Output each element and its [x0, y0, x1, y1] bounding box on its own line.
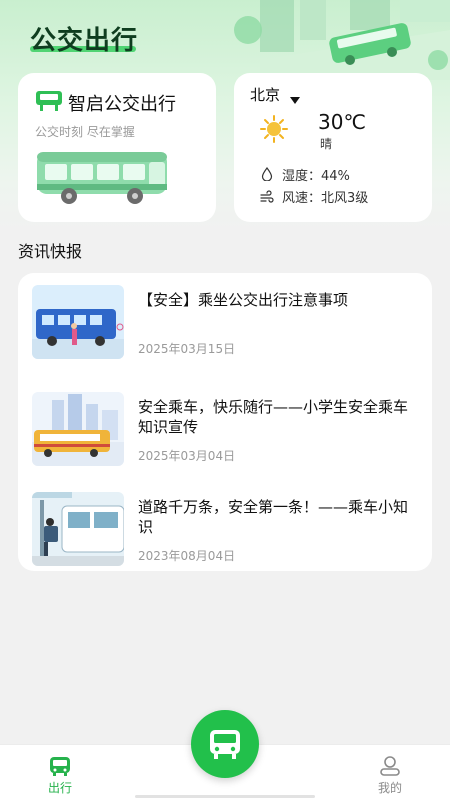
news-title: 安全乘车，快乐随行——小学生安全乘车知识宣传	[138, 398, 409, 436]
droplet-icon	[261, 166, 273, 185]
tab-home-label: 出行	[47, 781, 72, 795]
news-thumbnail	[32, 285, 124, 359]
news-list: 【安全】乘坐公交出行注意事项 2025年03月15日 安全乘车，快乐随行——小学…	[18, 273, 432, 571]
news-title: 【安全】乘坐公交出行注意事项	[138, 291, 349, 309]
bus-illustration	[35, 148, 175, 214]
humidity-text: 湿度：44%	[282, 169, 350, 184]
news-title: 道路千万条，安全第一条！——乘车小知识	[138, 498, 409, 536]
news-date: 2025年03月04日	[138, 449, 236, 463]
user-icon	[378, 755, 402, 781]
tab-mine[interactable]: 我的	[350, 745, 430, 800]
caret-down-icon[interactable]	[290, 89, 300, 108]
wind-icon	[260, 189, 274, 208]
news-item[interactable]: 安全乘车，快乐随行——小学生安全乘车知识宣传 2025年03月04日	[18, 380, 432, 470]
bus-stop-sign-icon	[35, 90, 63, 116]
news-date: 2025年03月15日	[138, 342, 236, 356]
wind-text: 风速：北风3级	[282, 191, 369, 206]
news-item[interactable]: 【安全】乘坐公交出行注意事项 2025年03月15日	[18, 273, 432, 363]
news-thumbnail	[32, 492, 124, 566]
news-date: 2023年08月04日	[138, 549, 236, 563]
weather-condition: 晴	[320, 137, 333, 151]
bus-front-icon	[207, 727, 243, 765]
bus-card-subtitle: 公交时刻 尽在掌握	[35, 125, 135, 139]
city-illustration	[234, 0, 450, 80]
news-section-title: 资讯快报	[18, 242, 83, 261]
home-indicator	[135, 795, 315, 798]
sun-icon	[260, 115, 288, 147]
bus-schedule-card[interactable]: 智启公交出行 公交时刻 尽在掌握	[18, 73, 216, 222]
temperature: 30℃	[318, 110, 366, 134]
news-item[interactable]: 道路千万条，安全第一条！——乘车小知识 2023年08月04日	[18, 480, 432, 570]
bus-center-button[interactable]	[191, 710, 259, 778]
tab-home[interactable]: 出行	[20, 745, 100, 800]
bus-card-title: 智启公交出行	[68, 94, 176, 115]
tab-mine-label: 我的	[377, 781, 402, 795]
app-title: 公交出行	[30, 26, 139, 56]
bus-icon	[48, 755, 72, 781]
city-selector[interactable]: 北京	[250, 84, 280, 105]
news-thumbnail	[32, 392, 124, 466]
weather-card: 北京 30℃ 晴 湿度：44% 风速：北风3级	[234, 73, 432, 222]
